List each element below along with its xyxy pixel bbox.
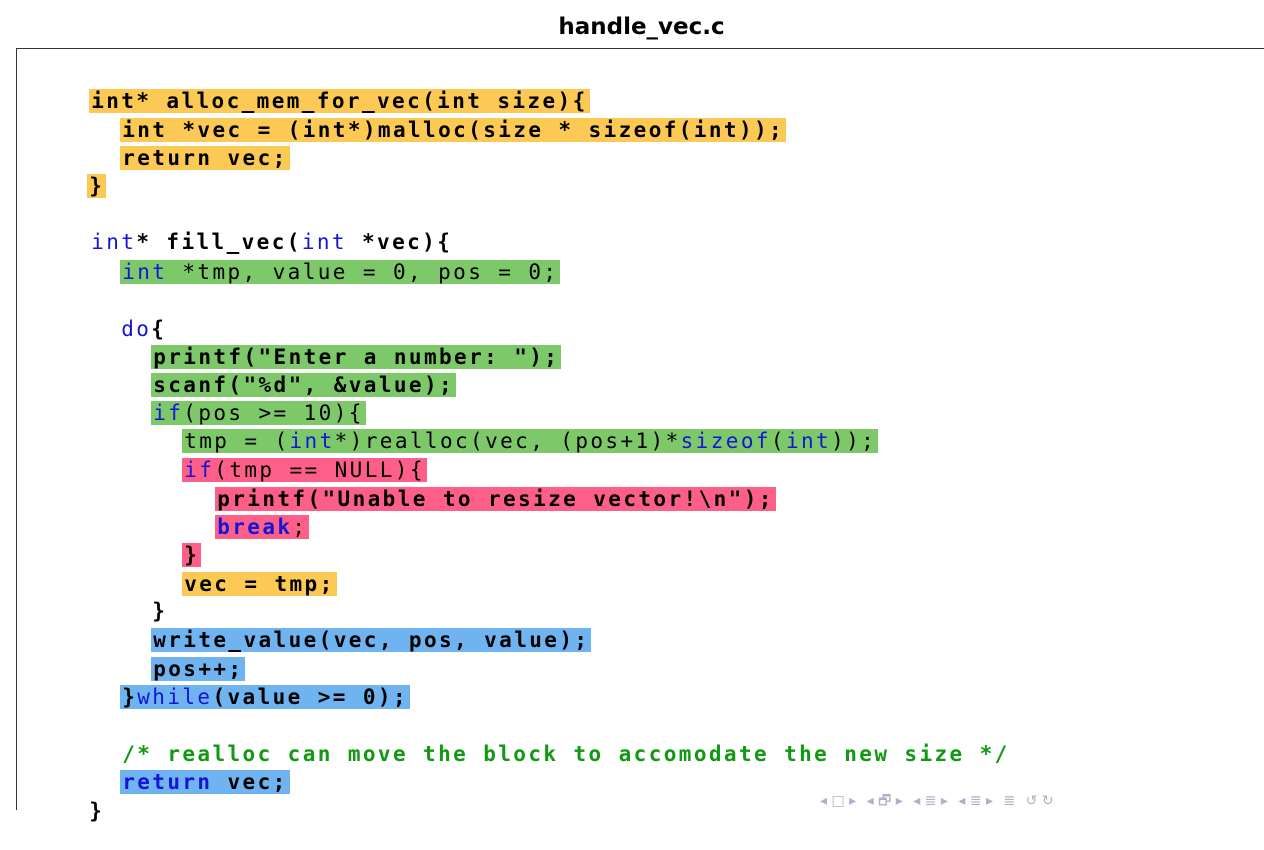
code-line-10: if(pos >= 10){ <box>91 374 366 425</box>
code-text: return vec; <box>120 146 290 170</box>
code-line-21: /* realloc can move the block to accomod… <box>62 715 1010 766</box>
keyword: int <box>122 260 168 284</box>
code-listing: int* alloc_mem_for_vec(int size){ int *v… <box>0 0 1264 823</box>
code-text: *tmp, value = 0, pos = 0; <box>167 260 559 284</box>
code-line-13: printf("Unable to resize vector!\n"); <box>155 460 776 511</box>
code-line-14: break; <box>155 488 310 539</box>
code-line-12: if(tmp == NULL){ <box>122 431 427 482</box>
search-icon[interactable]: ↺ ↻ <box>1026 793 1054 809</box>
keyword: int <box>785 429 832 453</box>
keyword: break <box>217 515 293 539</box>
code-text: } <box>89 799 105 823</box>
code-line-1: int* alloc_mem_for_vec(int size){ <box>29 62 590 113</box>
code-line-4: } <box>27 147 107 198</box>
code-line-18: write_value(vec, pos, value); <box>91 601 592 652</box>
code-line-5: int* fill_vec(int *vec){ <box>31 203 452 254</box>
frame-nav-button[interactable]: ◂ □ ▸ <box>820 793 856 809</box>
code-line-19: pos++; <box>91 630 246 681</box>
subsection-nav-button[interactable]: ◂ 🗗 ▸ <box>867 793 903 809</box>
keyword: sizeof <box>680 429 771 453</box>
keyword: return <box>122 770 213 794</box>
section-nav-button[interactable]: ◂ ≣ ▸ <box>913 793 948 809</box>
code-text: vec; <box>212 770 288 794</box>
code-line-8: printf("Enter a number: "); <box>91 318 562 369</box>
code-text: vec = tmp; <box>182 572 337 596</box>
code-line-11: tmp = (int*)realloc(vec, (pos+1)*sizeof(… <box>122 402 879 453</box>
code-line-23: } <box>29 772 104 823</box>
code-line-15: } <box>122 516 202 567</box>
code-line-7: do{ <box>61 290 166 341</box>
keyword: while <box>137 685 213 709</box>
code-text: } <box>122 685 138 709</box>
code-line-6: int *tmp, value = 0, pos = 0; <box>60 233 561 284</box>
code-text: )); <box>831 429 877 453</box>
code-text: ; <box>292 515 308 539</box>
code-line-3: return vec; <box>60 119 290 170</box>
code-line-17: } <box>92 572 167 623</box>
code-line-16: vec = tmp; <box>122 545 337 596</box>
code-line-2: int *vec = (int*)malloc(size * sizeof(in… <box>60 91 787 142</box>
code-line-9: scanf("%d", &value); <box>91 346 457 397</box>
code-line-22: return vec; <box>60 743 290 794</box>
code-line-20: }while(value >= 0); <box>60 658 411 709</box>
beamer-navigation-bar: ◂ □ ▸ ◂ 🗗 ▸ ◂ ≣ ▸ ◂ ≣ ▸ ≣ ↺ ↻ <box>820 790 1264 810</box>
code-text: } <box>87 174 107 198</box>
subsection-list-nav-button[interactable]: ◂ ≣ ▸ <box>958 793 993 809</box>
code-text: ( <box>770 429 786 453</box>
code-text: (value >= 0); <box>212 685 409 709</box>
outline-icon[interactable]: ≣ <box>1003 793 1015 809</box>
